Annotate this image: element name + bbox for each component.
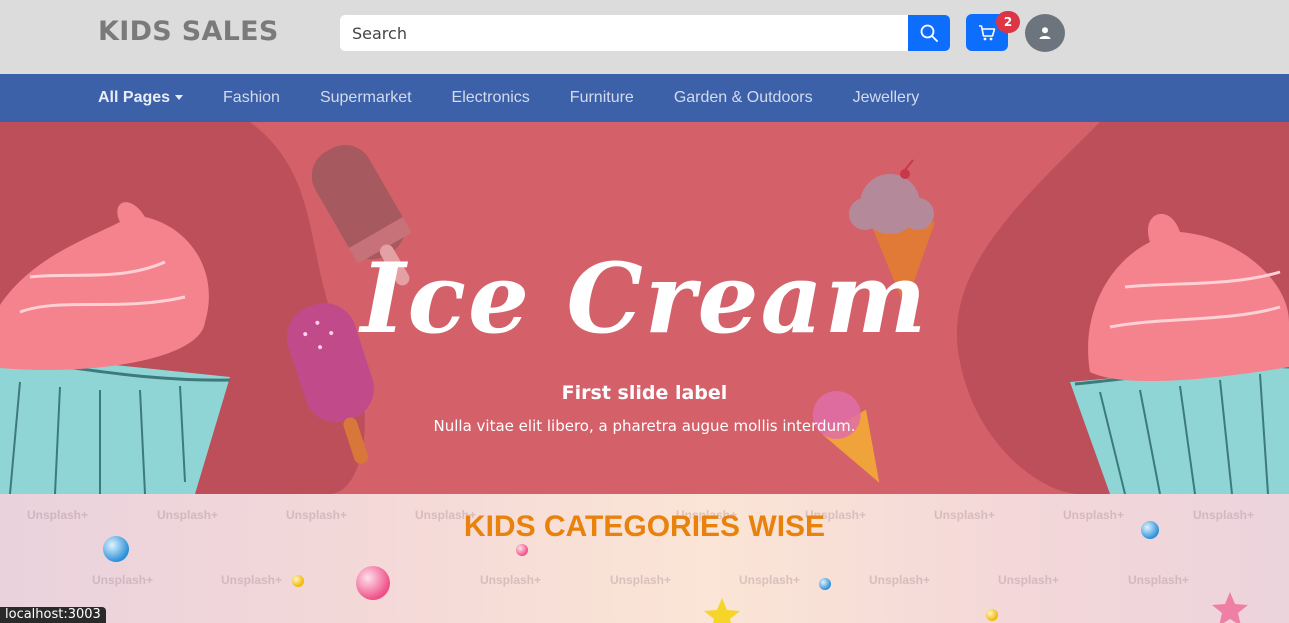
search-button[interactable] xyxy=(908,15,950,51)
nav-item-furniture[interactable]: Furniture xyxy=(570,89,634,107)
top-header: KIDS SALES 2 xyxy=(0,0,1289,74)
category-navbar: All Pages Fashion Supermarket Electronic… xyxy=(0,74,1289,122)
nav-item-all-pages[interactable]: All Pages xyxy=(98,89,184,107)
slide-caption: Nulla vitae elit libero, a pharetra augu… xyxy=(433,417,856,435)
search-bar xyxy=(340,15,950,51)
nav-item-electronics[interactable]: Electronics xyxy=(452,89,530,107)
hero-title: Ice Cream xyxy=(360,242,929,355)
nav-item-label: All Pages xyxy=(98,89,171,106)
kids-categories-section: Unsplash+ Unsplash+ Unsplash+ Unsplash+ … xyxy=(0,494,1289,623)
hero-carousel-slide[interactable]: Ice Cream First slide label Nulla vitae … xyxy=(0,122,1289,494)
slide-label: First slide label xyxy=(561,382,728,404)
search-input[interactable] xyxy=(340,15,908,51)
categories-heading: KIDS CATEGORIES WISE xyxy=(463,510,826,543)
user-avatar-button[interactable] xyxy=(1025,14,1065,52)
nav-item-fashion[interactable]: Fashion xyxy=(223,89,280,107)
nav-item-supermarket[interactable]: Supermarket xyxy=(320,89,412,107)
browser-status-url: localhost:3003 xyxy=(0,607,106,623)
search-icon xyxy=(920,24,938,42)
caret-down-icon xyxy=(175,95,184,101)
nav-item-garden-outdoors[interactable]: Garden & Outdoors xyxy=(674,89,813,107)
nav-item-jewellery[interactable]: Jewellery xyxy=(853,89,920,107)
brand-logo[interactable]: KIDS SALES xyxy=(98,16,279,47)
cart-icon xyxy=(979,24,996,40)
cart-count-badge: 2 xyxy=(996,11,1020,33)
user-icon xyxy=(1039,27,1051,39)
